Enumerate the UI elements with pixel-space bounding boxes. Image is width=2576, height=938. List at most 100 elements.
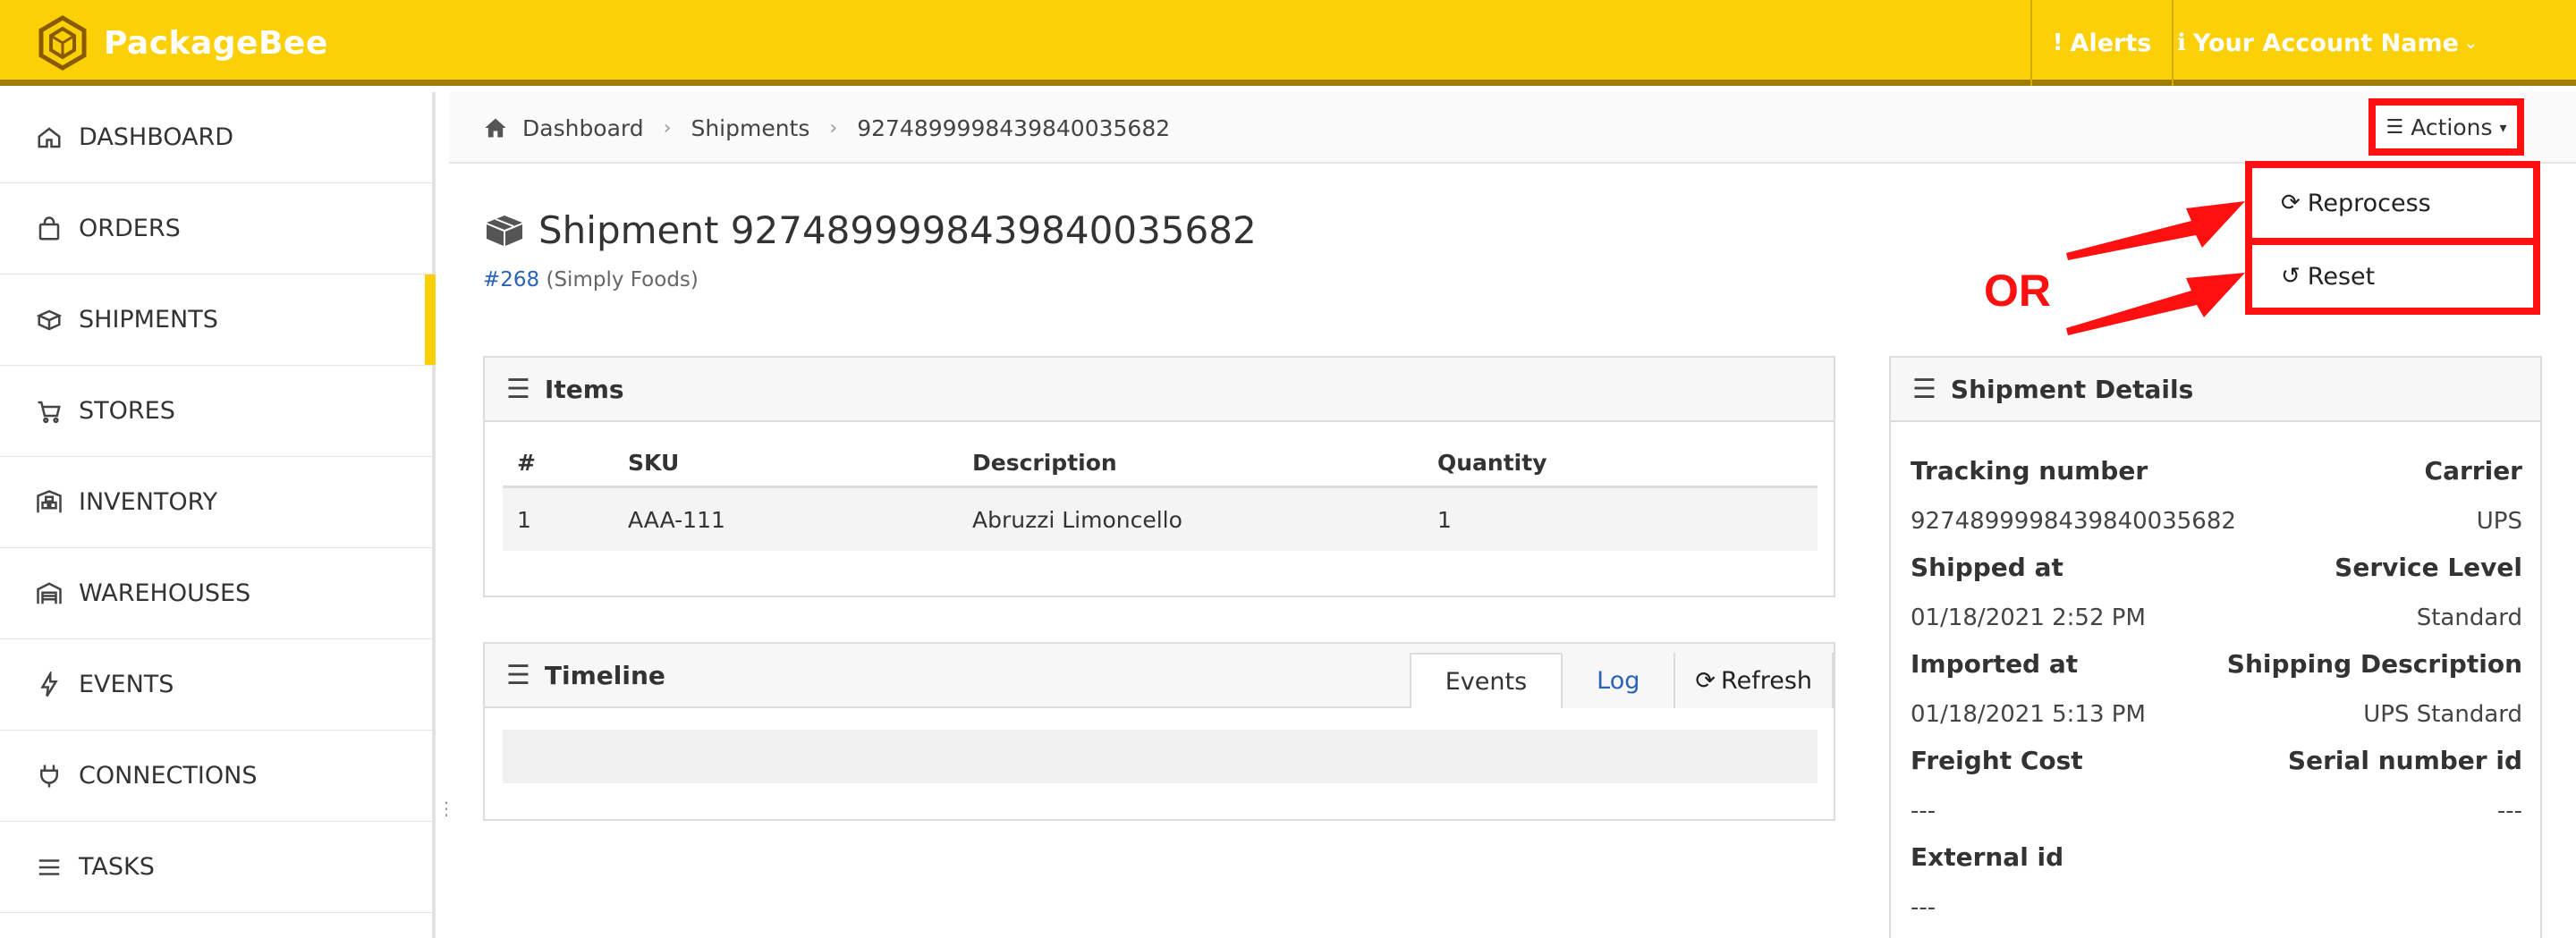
detail-value-row: --- [1911,894,2522,921]
tasks-icon: ☰ [2385,115,2404,139]
chevron-right-icon: › [829,116,838,139]
chevron-right-icon: › [663,116,672,139]
alerts-link[interactable]: ! Alerts [2030,0,2174,86]
breadcrumb-dashboard[interactable]: Dashboard [522,115,644,141]
detail-label-row: Imported at Shipping Description [1911,649,2522,679]
sidebar-item-tasks[interactable]: TASKS [0,822,432,913]
table-cell: 1 [1437,506,1452,533]
reset-menu-item[interactable]: ↺ Reset [2252,238,2533,308]
list-icon: ☰ [506,373,530,405]
breadcrumb-shipments[interactable]: Shipments [691,115,809,141]
exclamation-icon: ! [2052,30,2063,56]
tab-log[interactable]: Log [1563,653,1674,708]
boxes-icon [34,305,64,335]
detail-label-row: Tracking number Carrier [1911,456,2522,486]
undo-icon: ↺ [2281,263,2301,290]
account-label: Your Account Name [2192,29,2459,57]
arrow-to-reprocess [2066,201,2245,260]
warehouse-icon [34,579,64,609]
or-annotation: OR [1984,266,2051,316]
home-icon [34,123,64,153]
chevron-down-icon: ▾ [2499,118,2507,136]
cart-icon [34,396,64,427]
panel-header: ☰ Items [485,358,1834,422]
detail-label-row: Shipped at Service Level [1911,553,2522,582]
actions-menu: ⟳ Reprocess ↺ Reset [2245,161,2540,315]
panel-title: Items [544,374,624,404]
sidebar-item-label: DASHBOARD [79,123,234,151]
sidebar-item-shipments[interactable]: SHIPMENTS [0,275,436,366]
table-cell: Abruzzi Limoncello [972,506,1182,533]
detail-value-row: 01/18/2021 2:52 PM Standard [1911,604,2522,631]
detail-label: Tracking number [1911,456,2148,486]
column-header: # [517,450,536,476]
logo-icon [38,15,87,71]
detail-value: UPS Standard [2363,701,2522,728]
brand[interactable]: PackageBee [34,15,328,71]
refresh-button[interactable]: ⟳ Refresh [1674,653,1834,708]
table-cell: 1 [517,506,531,533]
brand-name: PackageBee [104,24,328,62]
tab-events[interactable]: Events [1409,653,1563,708]
breadcrumb-bar: Dashboard › Shipments › 9274899998439840… [449,92,2576,164]
list-icon [34,852,64,883]
store-name: (Simply Foods) [546,268,699,292]
list-icon: ☰ [506,659,530,691]
plug-icon [34,761,64,791]
home-icon [485,118,506,138]
breadcrumb: Dashboard › Shipments › 9274899998439840… [483,92,1170,164]
list-icon: ☰ [1912,373,1936,405]
panel-title: Shipment Details [1950,374,2194,404]
sidebar-item-events[interactable]: EVENTS [0,639,432,731]
table-row: 1 AAA-111 Abruzzi Limoncello 1 [503,488,1818,551]
panel-header: ☰ Timeline Events Log ⟳ Refresh [485,644,1834,708]
sidebar-item-dashboard[interactable]: DASHBOARD [0,92,432,183]
panel-header: ☰ Shipment Details [1891,358,2540,422]
page-title: Shipment 9274899998439840035682 [483,207,1257,252]
detail-label: Freight Cost [1911,746,2083,775]
detail-label: Shipped at [1911,553,2063,582]
order-link[interactable]: #268 [483,268,539,292]
sidebar-resize-handle[interactable]: ⋮ [437,799,455,832]
detail-value: --- [2496,798,2522,824]
detail-label: External id [1911,842,2064,872]
sidebar-item-label: ORDERS [79,215,181,242]
refresh-icon: ⟳ [1695,666,1716,695]
sidebar-item-orders[interactable]: ORDERS [0,183,432,275]
detail-value: --- [1911,798,1936,824]
timeline-tabs: Events Log ⟳ Refresh [1409,653,1834,708]
shipment-details-panel: ☰ Shipment Details Tracking number Carri… [1889,356,2542,938]
user-icon: ℹ [2176,30,2186,56]
sidebar-item-label: INVENTORY [79,488,218,516]
detail-value: Standard [2416,604,2522,631]
detail-label-row: Freight Cost Serial number id [1911,746,2522,775]
detail-label-row: External id [1911,842,2522,872]
sidebar-item-inventory[interactable]: INVENTORY [0,457,432,548]
sidebar-item-connections[interactable]: CONNECTIONS [0,731,432,822]
sidebar-item-label: SHIPMENTS [79,306,218,334]
sidebar-item-label: EVENTS [79,671,174,698]
detail-label: Shipping Description [2226,649,2522,679]
timeline-content [503,730,1818,783]
column-header: Description [972,450,1117,476]
account-menu[interactable]: ℹ Your Account Name ⌄ [2175,0,2479,86]
items-panel: ☰ Items # SKU Description Quantity 1 AAA… [483,356,1835,597]
page-subtitle: #268 (Simply Foods) [483,268,699,292]
detail-label: Serial number id [2287,746,2522,775]
reprocess-menu-item[interactable]: ⟳ Reprocess [2252,168,2533,238]
sidebar-item-label: WAREHOUSES [79,579,251,607]
refresh-icon: ⟳ [2281,190,2301,216]
detail-value: 01/18/2021 2:52 PM [1911,604,2146,631]
table-cell: AAA-111 [628,506,725,533]
page-title-text: Shipment 9274899998439840035682 [538,207,1257,252]
sidebar-item-stores[interactable]: STORES [0,366,432,457]
sidebar: DASHBOARD ORDERS SHIPMENTS STORES INVENT… [0,92,436,938]
detail-label: Service Level [2334,553,2522,582]
detail-value-row: --- --- [1911,798,2522,824]
bolt-icon [34,670,64,700]
actions-button[interactable]: ☰ Actions ▾ [2368,98,2524,156]
alerts-label: Alerts [2070,29,2152,57]
sidebar-item-label: TASKS [79,853,155,881]
detail-label: Imported at [1911,649,2079,679]
sidebar-item-warehouses[interactable]: WAREHOUSES [0,548,432,639]
